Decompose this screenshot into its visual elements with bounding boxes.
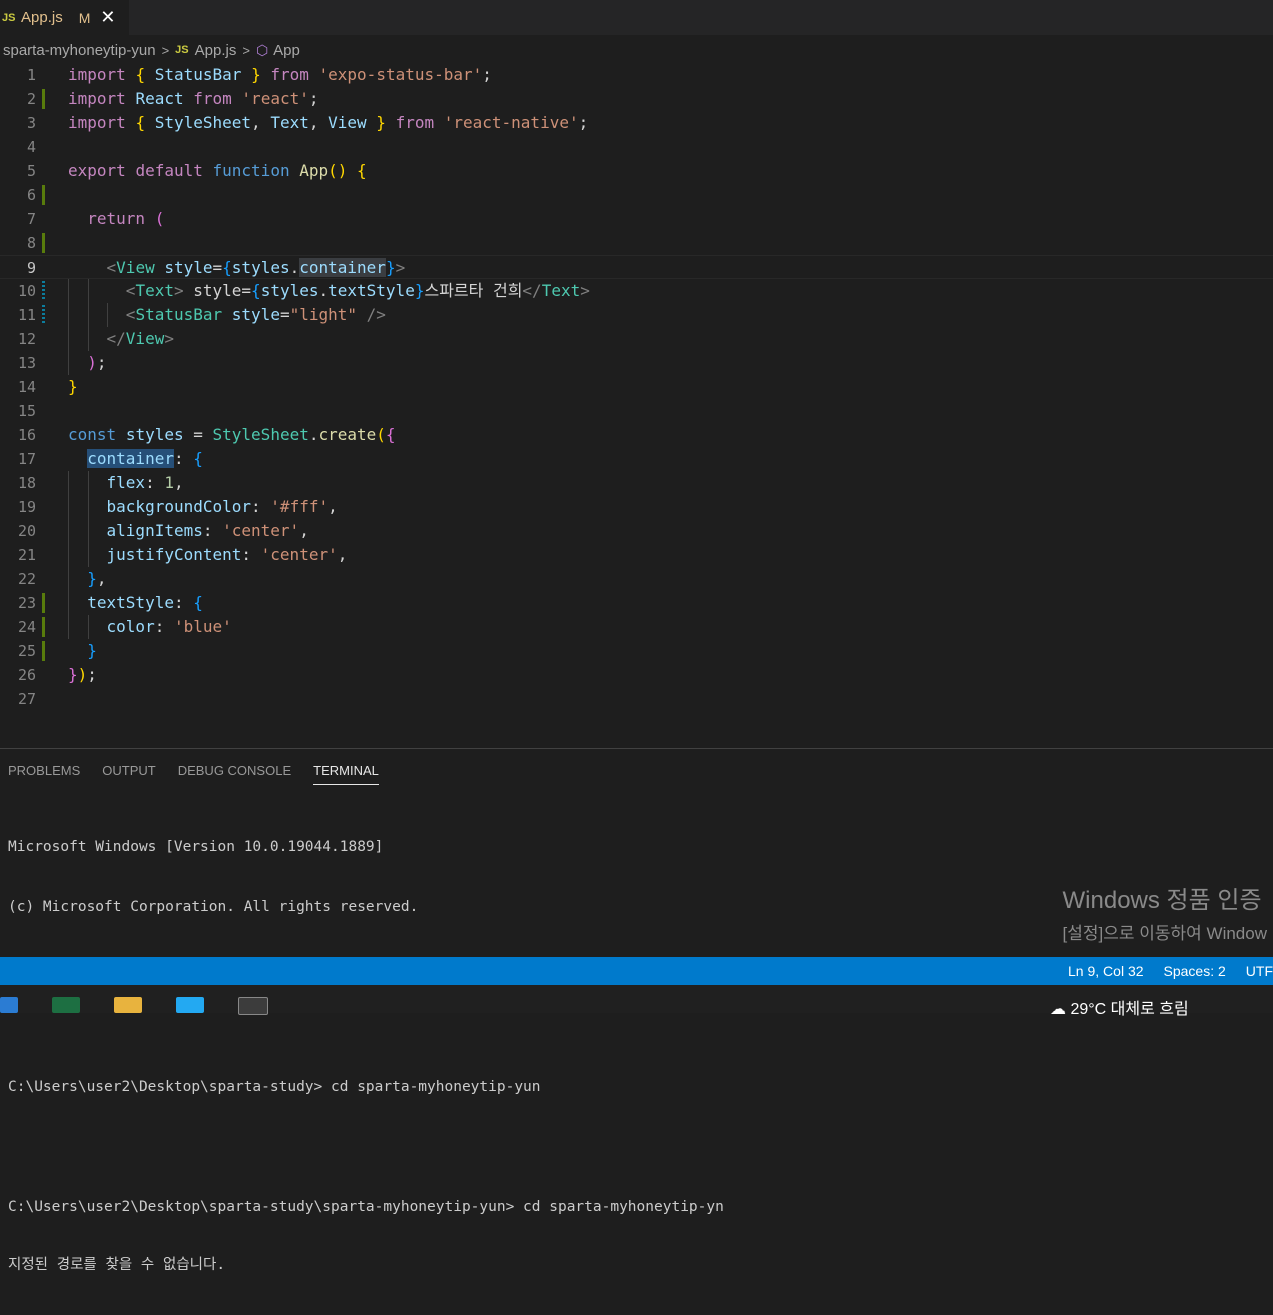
watermark-subtitle: [설정]으로 이동하여 Window: [1062, 924, 1267, 943]
code-line: 11 <StatusBar style="light" />: [17, 305, 386, 325]
code-line: 26});: [17, 665, 97, 684]
code-line: 1 import { StatusBar } from 'expo-status-…: [26, 65, 492, 84]
activation-watermark: Windows 정품 인증 [설정]으로 이동하여 Window: [1063, 880, 1267, 944]
code-line: 13 );: [17, 353, 107, 372]
terminal-icon[interactable]: [238, 997, 268, 1015]
code-line: 8: [0, 231, 1273, 255]
code-line: 4: [26, 138, 36, 156]
terminal-line: 지정된 경로를 찾을 수 없습니다.: [8, 1257, 226, 1273]
code-line-current: 9 <View style={styles.container}>: [0, 255, 1273, 279]
tab-filename: App.js: [21, 9, 63, 26]
symbol-method-icon: ⬡: [255, 41, 269, 58]
modified-badge: M: [78, 9, 91, 26]
close-icon[interactable]: ✕: [100, 7, 115, 28]
status-bar: Ln 9, Col 32 Spaces: 2 UTF: [0, 957, 1273, 985]
code-line: 22 },: [17, 569, 107, 588]
cloud-icon: ☁: [1050, 1001, 1066, 1018]
code-line: 21 justifyContent: 'center',: [17, 545, 348, 564]
breadcrumb: sparta-myhoneytip-yun > JS App.js > ⬡ Ap…: [3, 38, 300, 62]
terminal-output[interactable]: Microsoft Windows [Version 10.0.19044.18…: [8, 797, 724, 1315]
code-line: 6: [0, 183, 1273, 207]
word-icon[interactable]: [0, 997, 18, 1013]
code-line: 20 alignItems: 'center',: [17, 521, 309, 540]
code-line: 23 textStyle: {: [17, 593, 203, 613]
tab-problems[interactable]: PROBLEMS: [8, 763, 80, 785]
tab-app-js[interactable]: JS App.js M ✕: [0, 0, 129, 35]
vscode-icon[interactable]: [176, 997, 204, 1013]
tab-debug-console[interactable]: DEBUG CONSOLE: [178, 763, 291, 785]
panel-tabs: PROBLEMS OUTPUT DEBUG CONSOLE TERMINAL: [8, 763, 401, 785]
terminal-line: C:\Users\user2\Desktop\sparta-study> cd …: [8, 1079, 541, 1095]
excel-icon[interactable]: [52, 997, 80, 1013]
code-line: 7 return (: [26, 209, 165, 228]
code-line: 25 }: [17, 641, 97, 661]
cursor-position[interactable]: Ln 9, Col 32: [1068, 963, 1144, 979]
watermark-title: Windows 정품 인증: [1062, 887, 1262, 914]
javascript-file-icon: JS: [2, 11, 16, 24]
terminal-line: (c) Microsoft Corporation. All rights re…: [8, 899, 419, 915]
terminal-line: C:\Users\user2\Desktop\sparta-study\spar…: [8, 1199, 724, 1215]
breadcrumb-symbol[interactable]: App: [273, 42, 300, 59]
indentation[interactable]: Spaces: 2: [1164, 963, 1226, 979]
code-line: 15: [17, 402, 36, 420]
code-line: 12 </View>: [17, 329, 174, 348]
chevron-right-icon: >: [242, 42, 250, 58]
tab-bar: JS App.js M ✕: [0, 0, 1273, 35]
code-line: 16 const styles = StyleSheet.create({: [17, 425, 396, 444]
code-line: 10 <Text> style={styles.textStyle}스파르타 건…: [17, 281, 590, 301]
tab-output[interactable]: OUTPUT: [102, 763, 155, 785]
code-line: 14}: [17, 377, 78, 396]
folder-icon[interactable]: [114, 997, 142, 1013]
code-line: 18 flex: 1,: [17, 473, 184, 492]
code-line: 19 backgroundColor: '#fff',: [17, 497, 338, 516]
code-line: 3 import { StyleSheet, Text, View } from …: [26, 113, 589, 132]
javascript-file-icon: JS: [175, 44, 189, 56]
taskbar: ☁ 29°C 대체로 흐림: [0, 985, 1273, 1018]
terminal-line: Microsoft Windows [Version 10.0.19044.18…: [8, 839, 384, 855]
breadcrumb-file[interactable]: App.js: [195, 42, 237, 59]
weather-text: 29°C 대체로 흐림: [1070, 1001, 1189, 1018]
code-line: 5 export default function App() {: [26, 161, 367, 180]
code-editor[interactable]: 1 import { StatusBar } from 'expo-status-…: [0, 63, 1273, 747]
chevron-right-icon: >: [161, 42, 170, 58]
encoding[interactable]: UTF: [1246, 963, 1273, 979]
code-line: 17 container: {: [17, 449, 203, 468]
weather-widget[interactable]: ☁ 29°C 대체로 흐림: [1050, 995, 1189, 1019]
code-line: 24 color: 'blue': [17, 617, 232, 637]
tab-terminal[interactable]: TERMINAL: [313, 763, 379, 785]
code-line: 2 import React from 'react';: [26, 89, 319, 109]
code-line: 27: [17, 690, 36, 708]
breadcrumb-folder[interactable]: sparta-myhoneytip-yun: [3, 42, 156, 59]
